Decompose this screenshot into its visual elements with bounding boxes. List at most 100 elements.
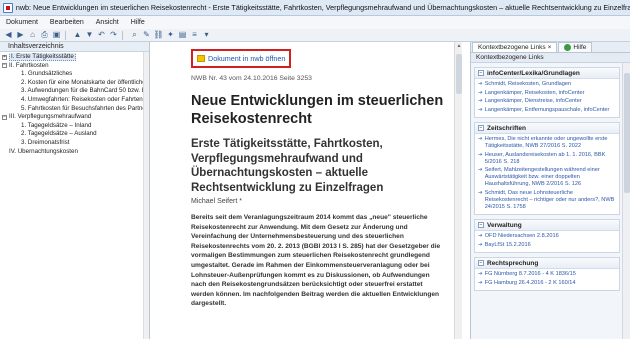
section-links: ➔ Hermes, Die nicht erkannte oder ungewol… [475, 134, 619, 214]
context-sections: − infoCenter/Lexika/Grundlagen ➔ Schmidt, R… [471, 63, 623, 339]
scroll-thumb[interactable] [456, 54, 462, 94]
collapse-icon[interactable]: − [478, 260, 484, 266]
up-icon[interactable]: ▲ [72, 30, 83, 40]
context-scrollbar[interactable] [622, 63, 630, 339]
link-icon[interactable]: ⛓ [153, 30, 164, 40]
scroll-thumb[interactable] [624, 73, 630, 193]
context-pane: Kontextbezogene Links × Hilfe Kontextbez… [470, 42, 630, 339]
close-tab-icon[interactable]: × [548, 43, 552, 53]
context-link-label: OFD Niedersachsen 2.8.2016 [484, 233, 559, 239]
arrow-icon: ➔ [478, 89, 483, 96]
folder-icon [197, 55, 205, 62]
context-link[interactable]: ➔ FG Hamburg 26.4.2016 - 2 K 160/14 [478, 280, 617, 287]
back-icon[interactable]: ◀ [3, 30, 14, 40]
section-header[interactable]: − infoCenter/Lexika/Grundlagen [475, 68, 619, 79]
toc-item-label: 1. Tagegeldsätze – Inland [21, 121, 92, 129]
context-link-label: FG Hamburg 26.4.2016 - 2 K 160/14 [484, 279, 576, 286]
bookmark-icon[interactable]: ✦ [165, 30, 176, 40]
section-title: Rechtsprechung [487, 259, 539, 267]
context-link[interactable]: ➔ Hermes, Die nicht erkannte oder ungewol… [478, 136, 617, 150]
context-link[interactable]: ➔ Seifert, Mahlzeitengestellungen während… [478, 167, 617, 188]
section-header[interactable]: − Rechtsprechung [475, 258, 619, 269]
context-section: − Verwaltung ➔ OFD Niedersachsen 2.8.2016 ➔ B… [474, 219, 620, 253]
context-link[interactable]: ➔ Langenkämper, Reisekosten, infoCenter [478, 90, 617, 97]
forward-icon[interactable]: ▶ [15, 30, 26, 40]
context-link[interactable]: ➔ BayLfSt 15.2.2016 [478, 242, 617, 249]
toc-item[interactable]: 4. Umwegfahrten: Reisekosten oder Fahrte… [0, 96, 149, 105]
tab-kontextbezogene-links[interactable]: Kontextbezogene Links × [472, 42, 558, 53]
arrow-icon: ➔ [478, 189, 483, 196]
menu-hilfe[interactable]: Hilfe [131, 19, 145, 26]
window-title: nwb: Neue Entwicklungen im steuerlichen … [15, 3, 630, 12]
document-content: Dokument in nwb öffnen NWB Nr. 43 vom 24… [191, 49, 446, 309]
undo-icon[interactable]: ↶ [96, 30, 107, 40]
context-link-label: Langenkämper, Reisekosten, infoCenter [484, 89, 585, 96]
context-tabs: Kontextbezogene Links × Hilfe [471, 42, 630, 53]
toc-item[interactable]: IV. Übernachtungskosten [0, 148, 149, 157]
context-link-label: Hermes, Die nicht erkannte oder ungewoll… [484, 136, 608, 149]
down-icon[interactable]: ▼ [84, 30, 95, 40]
collapse-icon[interactable]: − [478, 222, 484, 228]
collapse-icon[interactable]: − [2, 63, 7, 69]
context-link[interactable]: ➔ Schmidt, Reisekosten, Grundlagen [478, 81, 617, 88]
toc-item[interactable]: 1. Grundsätzliches [0, 70, 149, 79]
print-icon[interactable]: ⎙ [39, 30, 50, 40]
open-in-nwb-link[interactable]: Dokument in nwb öffnen [191, 49, 292, 68]
home-icon[interactable]: ⌂ [27, 30, 38, 40]
tab-hilfe[interactable]: Hilfe [558, 42, 593, 52]
search-icon[interactable]: ⌕ [129, 30, 140, 40]
context-link[interactable]: ➔ Schmidt, Das neue Lohnsteuerliche Reise… [478, 190, 617, 211]
scroll-up-icon[interactable]: ▲ [455, 42, 462, 50]
toc-item[interactable]: 3. Aufwendungen für die BahnCard 50 bzw.… [0, 87, 149, 96]
arrow-icon: ➔ [478, 98, 483, 104]
collapse-icon[interactable]: − [2, 114, 7, 120]
toc-item[interactable]: 5. Fahrtkosten für Besuchsfahrten des Pa… [0, 105, 149, 114]
section-title: Zeitschriften [487, 124, 527, 132]
save-icon[interactable]: ▣ [51, 30, 62, 40]
toolbar: ◀ ▶ ⌂ ⎙ ▣ ▲ ▼ ↶ ↷ ⌕ ✎ ⛓ ✦ ▤ ≡ ▾ [0, 29, 630, 42]
toc-item[interactable]: 1. Tagegeldsätze – Inland [0, 122, 149, 131]
toc-item[interactable]: + I. Erste Tätigkeitsstätte [0, 53, 149, 62]
toc-item[interactable]: 2. Kosten für eine Monatskarte der öffen… [0, 79, 149, 88]
document-pane: Dokument in nwb öffnen NWB Nr. 43 vom 24… [150, 42, 462, 339]
context-subheader: Kontextbezogene Links [471, 53, 630, 63]
section-title: Verwaltung [487, 221, 522, 229]
open-in-nwb-label: Dokument in nwb öffnen [208, 54, 286, 63]
settings-icon[interactable]: ▾ [201, 30, 212, 40]
expand-icon[interactable]: + [2, 54, 7, 60]
menu-ansicht[interactable]: Ansicht [96, 19, 119, 26]
list-icon[interactable]: ≡ [189, 30, 200, 40]
menu-bearbeiten[interactable]: Bearbeiten [50, 19, 84, 26]
toc-item[interactable]: − II. Fahrtkosten [0, 62, 149, 71]
section-header[interactable]: − Verwaltung [475, 220, 619, 231]
toc-item[interactable]: 3. Dreimonatsfrist [0, 139, 149, 148]
arrow-icon: ➔ [478, 81, 483, 87]
toc-item-label: IV. Übernachtungskosten [9, 147, 78, 155]
context-link[interactable]: ➔ Heuser, Auslandsreisekosten ab 1. 1. 20… [478, 152, 617, 166]
toc-pane: Inhaltsverzeichnis + I. Erste Tätigkeitss… [0, 42, 150, 339]
arrow-icon: ➔ [478, 271, 483, 277]
title-bar: nwb: Neue Entwicklungen im steuerlichen … [0, 0, 630, 16]
arrow-icon: ➔ [478, 136, 483, 142]
highlight-icon[interactable]: ✎ [141, 30, 152, 40]
document-scrollbar[interactable]: ▲ [454, 42, 462, 339]
context-link[interactable]: ➔ Langenkämper, Dienstreise, infoCenter [478, 98, 617, 105]
context-link[interactable]: ➔ FG Nürnberg 8.7.2016 - 4 K 1836/15 [478, 271, 617, 278]
section-header[interactable]: − Zeitschriften [475, 123, 619, 134]
document-author: Michael Seifert * [191, 198, 242, 205]
toc-item-label: 4. Umwegfahrten: Reisekosten oder Fahrte… [21, 95, 149, 103]
redo-icon[interactable]: ↷ [108, 30, 119, 40]
arrow-icon: ➔ [478, 167, 483, 173]
section-links: ➔ FG Nürnberg 8.7.2016 - 4 K 1836/15 ➔ FG H… [475, 269, 619, 290]
toc-item[interactable]: − III. Verpflegungsmehraufwand [0, 113, 149, 122]
context-link[interactable]: ➔ OFD Niedersachsen 2.8.2016 [478, 233, 617, 240]
context-link[interactable]: ➔ Langenkämper, Entfernungspauschale, inf… [478, 107, 617, 114]
toc-item[interactable]: 2. Tagegeldsätze – Ausland [0, 130, 149, 139]
toc-header: Inhaltsverzeichnis [0, 42, 149, 52]
toc-scrollbar[interactable] [143, 52, 149, 339]
menu-dokument[interactable]: Dokument [6, 19, 38, 26]
collapse-icon[interactable]: − [478, 125, 484, 131]
note-icon[interactable]: ▤ [177, 30, 188, 40]
toc-item-label: 5. Fahrtkosten für Besuchsfahrten des Pa… [21, 104, 149, 112]
collapse-icon[interactable]: − [478, 70, 484, 76]
